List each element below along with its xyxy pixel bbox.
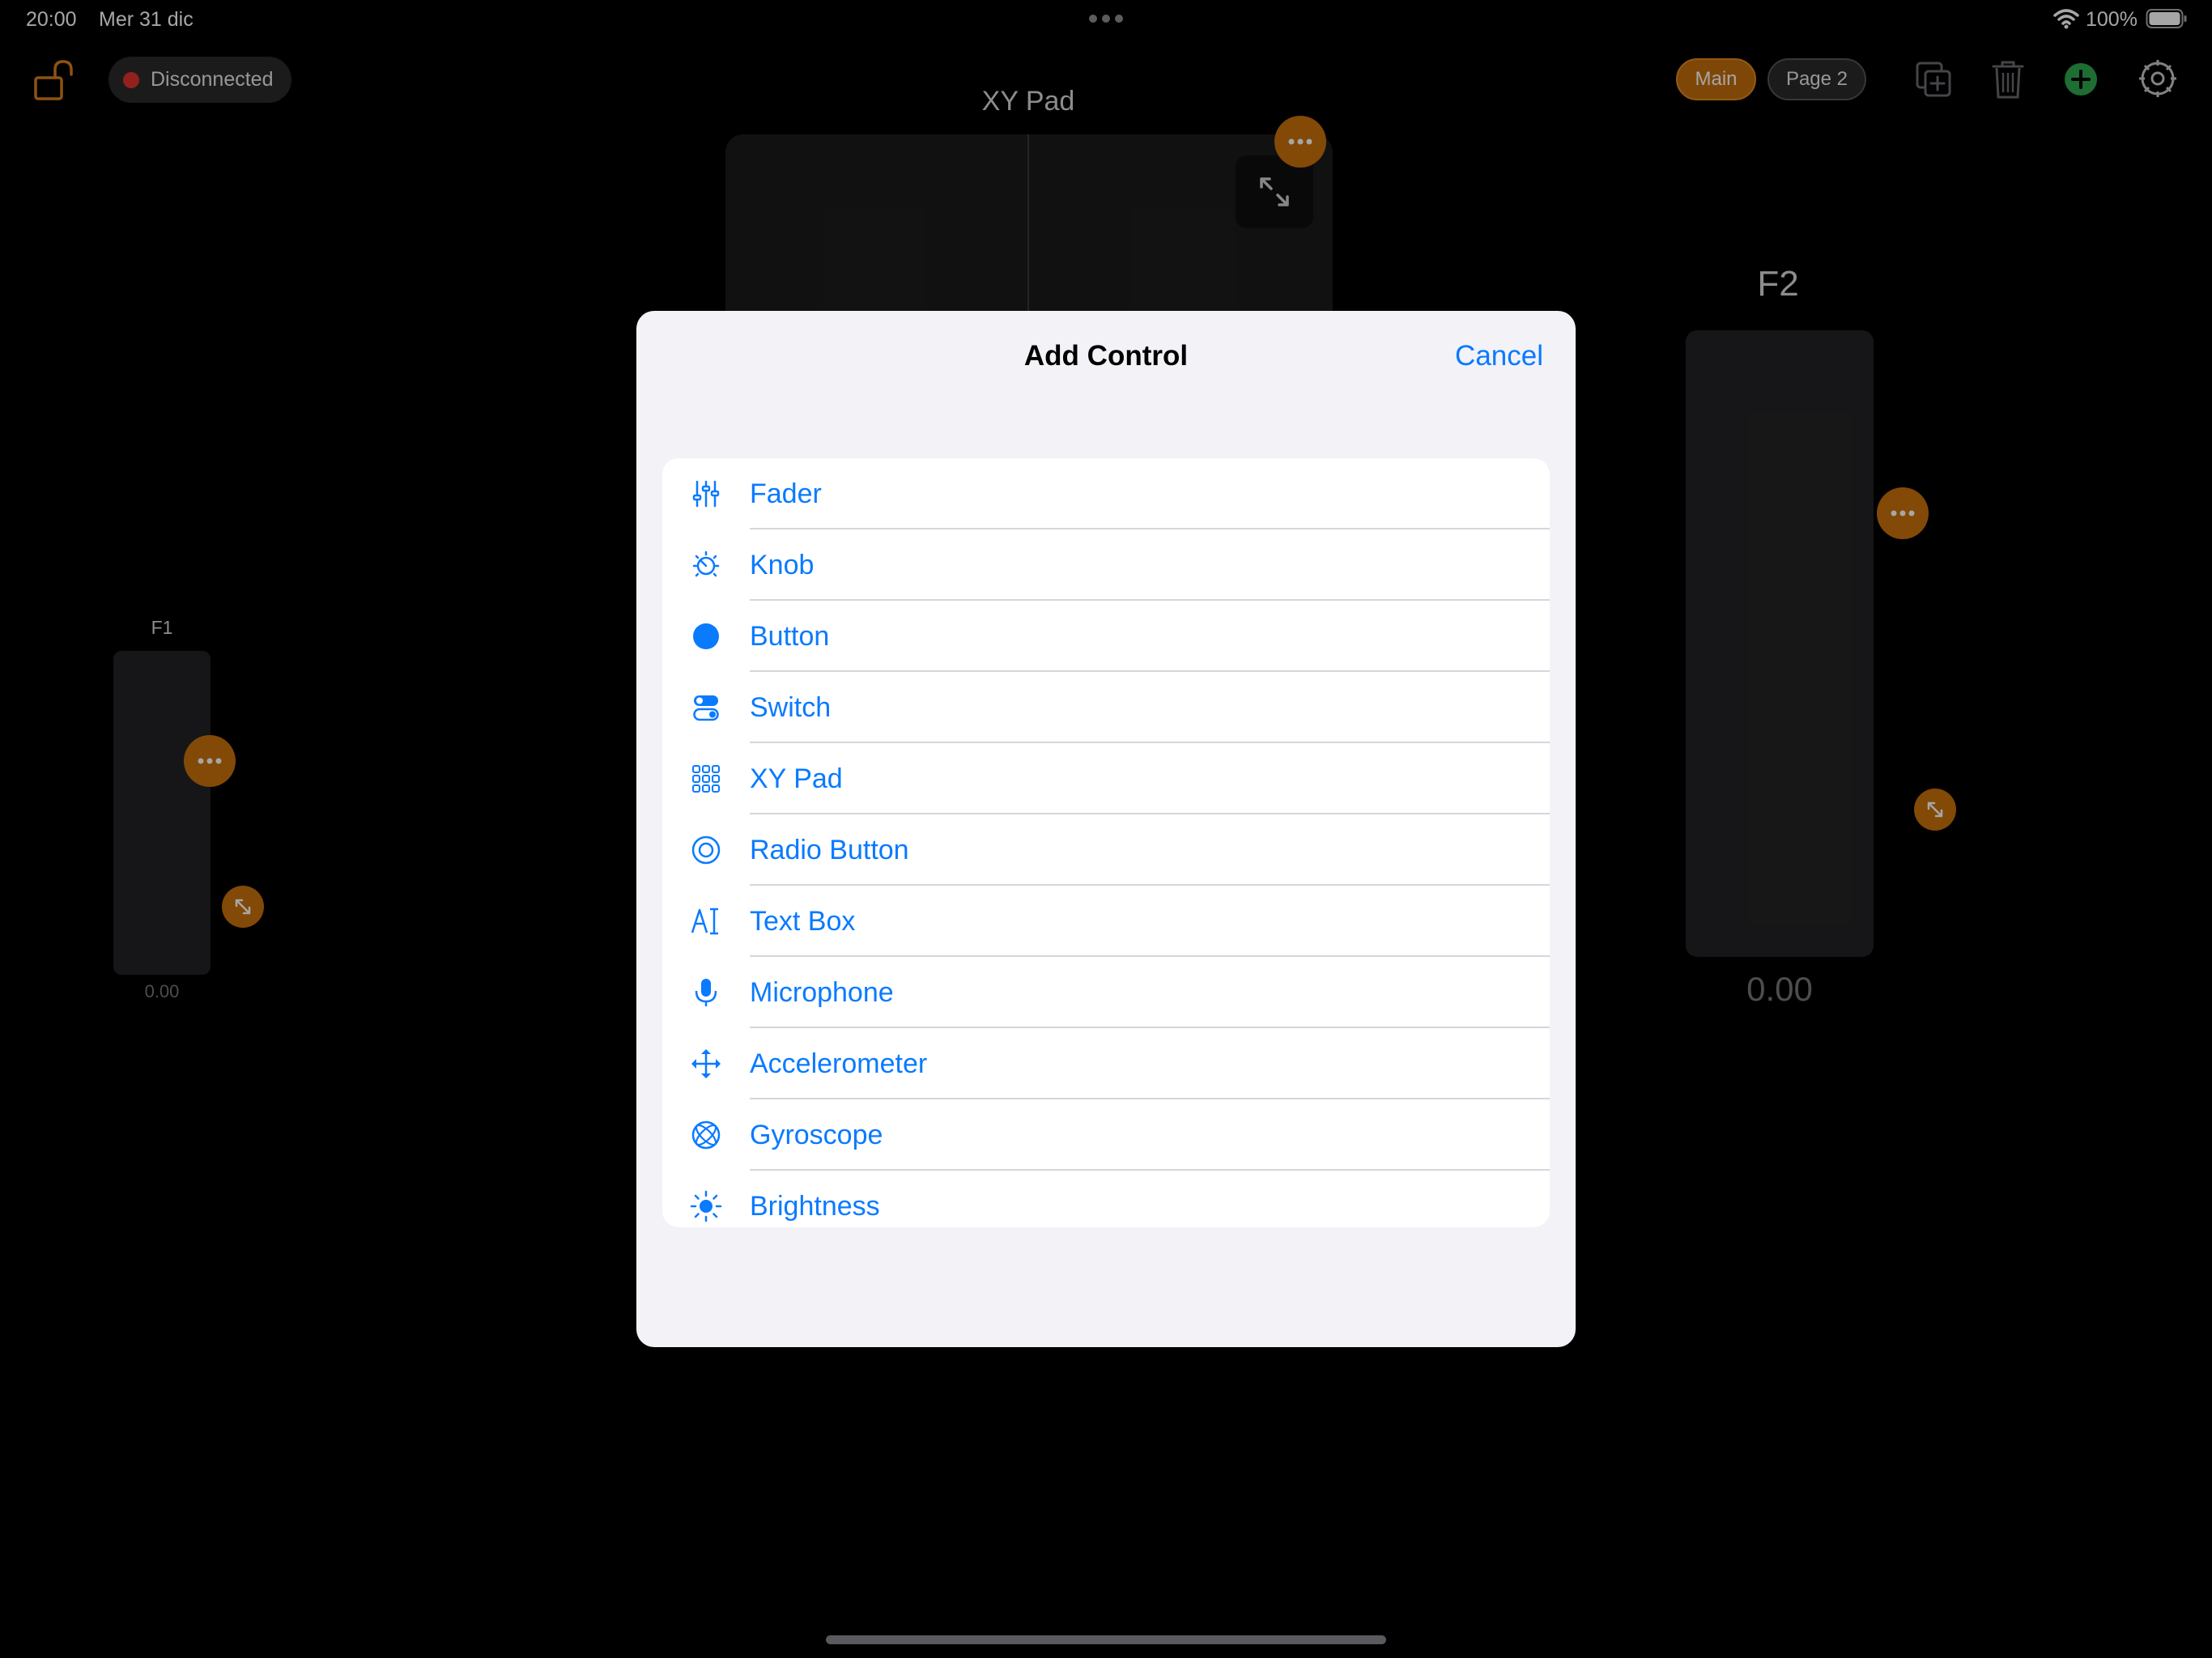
control-type-list: Fader Knob Button Switch XY Pad Radio Bu… bbox=[662, 458, 1550, 1227]
list-item-label: Accelerometer bbox=[750, 1048, 928, 1079]
radio-icon bbox=[662, 814, 750, 886]
list-item-label: Button bbox=[750, 620, 830, 652]
list-item-text-box[interactable]: Text Box bbox=[662, 886, 1550, 957]
list-item-switch[interactable]: Switch bbox=[662, 672, 1550, 743]
list-item-knob[interactable]: Knob bbox=[662, 529, 1550, 601]
list-item-radio-button[interactable]: Radio Button bbox=[662, 814, 1550, 886]
list-item-microphone[interactable]: Microphone bbox=[662, 957, 1550, 1028]
add-control-sheet: Add Control Cancel Fader Knob Button Swi… bbox=[636, 311, 1576, 1347]
list-item-accelerometer[interactable]: Accelerometer bbox=[662, 1028, 1550, 1099]
list-item-label: Brightness bbox=[750, 1190, 880, 1222]
list-item-button[interactable]: Button bbox=[662, 601, 1550, 672]
list-item-label: Text Box bbox=[750, 905, 856, 937]
move-arrows-icon bbox=[662, 1028, 750, 1099]
text-cursor-icon bbox=[662, 886, 750, 957]
sliders-icon bbox=[662, 458, 750, 529]
home-indicator bbox=[826, 1635, 1386, 1644]
filled-circle-icon bbox=[662, 601, 750, 672]
list-item-brightness[interactable]: Brightness bbox=[662, 1171, 1550, 1227]
gyroscope-icon bbox=[662, 1099, 750, 1171]
grid-icon bbox=[662, 743, 750, 814]
microphone-icon bbox=[662, 957, 750, 1028]
cancel-button[interactable]: Cancel bbox=[1455, 340, 1543, 372]
list-item-label: Knob bbox=[750, 549, 815, 580]
list-item-label: Microphone bbox=[750, 976, 894, 1008]
sun-icon bbox=[662, 1171, 750, 1227]
toggle-icon bbox=[662, 672, 750, 743]
list-item-fader[interactable]: Fader bbox=[662, 458, 1550, 529]
list-item-label: Radio Button bbox=[750, 834, 909, 865]
list-item-gyroscope[interactable]: Gyroscope bbox=[662, 1099, 1550, 1171]
list-item-xy-pad[interactable]: XY Pad bbox=[662, 743, 1550, 814]
list-item-label: Fader bbox=[750, 478, 822, 509]
dial-icon bbox=[662, 529, 750, 601]
sheet-title: Add Control bbox=[1023, 340, 1189, 372]
list-item-label: XY Pad bbox=[750, 763, 843, 794]
list-item-label: Gyroscope bbox=[750, 1119, 883, 1150]
list-item-label: Switch bbox=[750, 691, 832, 723]
